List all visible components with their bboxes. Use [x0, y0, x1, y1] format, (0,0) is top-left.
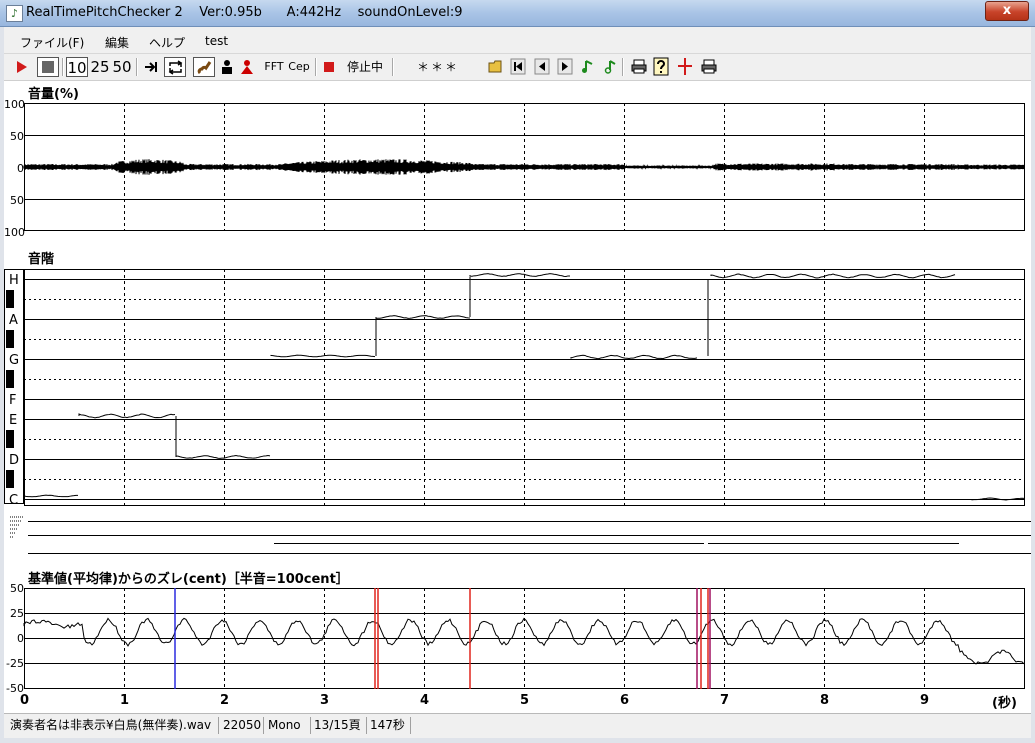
menu-test[interactable]: test: [205, 34, 228, 48]
speed-10-button[interactable]: 10: [66, 57, 88, 77]
time-tick-label: 2: [220, 693, 230, 708]
playback-status: 停止中: [346, 60, 383, 74]
open-folder-icon[interactable]: [488, 59, 504, 74]
timeline-strip: [10, 516, 1031, 554]
toolbar-separator: [315, 58, 317, 76]
toolbar-separator: [136, 58, 138, 76]
toolbar-separator: [62, 58, 64, 76]
time-axis-unit: (秒): [992, 696, 1017, 711]
violin-icon: [197, 61, 212, 75]
note-label: D: [9, 453, 19, 468]
note-label: E: [9, 413, 17, 428]
time-tick-label: 3: [320, 693, 330, 708]
time-tick-label: 7: [720, 693, 730, 708]
black-key: [6, 330, 14, 348]
status-page: 13/15頁: [310, 717, 367, 734]
record-stop-icon[interactable]: [324, 62, 334, 72]
time-tick-label: 8: [820, 693, 830, 708]
time-tick-label: 5: [520, 693, 530, 708]
fft-button[interactable]: FFT: [262, 57, 286, 77]
toolbar: 10 25 50 FFT Cep 停止中 ＊＊＊: [4, 54, 1031, 81]
first-page-icon[interactable]: [510, 58, 526, 75]
volume-graph[interactable]: [23, 103, 1025, 231]
window-title: RealTimePitchChecker 2 Ver:0.95b A:442Hz…: [26, 5, 463, 20]
play-icon[interactable]: [16, 60, 28, 74]
jump-end-icon[interactable]: [144, 60, 158, 74]
print-setup-icon[interactable]: [701, 59, 717, 74]
close-button[interactable]: x: [985, 1, 1029, 21]
stop-button[interactable]: [37, 57, 59, 77]
help-icon[interactable]: [653, 57, 669, 76]
app-icon[interactable]: ♪: [6, 5, 23, 22]
time-tick-label: 6: [620, 693, 630, 708]
scale-panel-title: 音階: [28, 252, 55, 267]
cent-y-label: -25: [6, 657, 24, 670]
volume-y-label: 50: [10, 194, 24, 207]
speed-25-button[interactable]: 25: [90, 57, 110, 77]
pitch-scale-graph[interactable]: [23, 269, 1025, 506]
graph-frame: [24, 269, 1025, 506]
volume-y-label: 100: [4, 98, 25, 111]
toolbar-separator: [622, 58, 624, 76]
time-tick-label: 9: [920, 693, 930, 708]
cepstrum-button[interactable]: Cep: [287, 57, 311, 77]
black-key: [6, 470, 14, 488]
status-length: 147秒: [366, 717, 411, 734]
marker-icon[interactable]: [678, 58, 692, 75]
note-down-icon[interactable]: [602, 59, 616, 74]
volume-y-label: 0: [17, 162, 24, 175]
title-bar[interactable]: ♪ RealTimePitchChecker 2 Ver:0.95b A:442…: [0, 0, 1035, 27]
time-tick-label: 0: [20, 693, 30, 708]
prev-page-icon[interactable]: [534, 58, 550, 75]
print-icon[interactable]: [631, 59, 647, 74]
toolbar-separator: [392, 58, 394, 76]
note-label: F: [9, 393, 16, 408]
note-label: H: [9, 273, 19, 288]
menu-file[interactable]: ファイル(F): [20, 34, 84, 51]
singer-icon[interactable]: [240, 59, 254, 75]
cent-y-label: 0: [17, 632, 24, 645]
black-key: [6, 290, 14, 308]
volume-y-label: 100: [4, 226, 25, 239]
cent-y-label: 25: [10, 607, 24, 620]
piano-keyboard: H A G FE D C: [4, 269, 24, 508]
pitch-readout: ＊＊＊: [416, 60, 459, 74]
cent-deviation-graph[interactable]: [23, 588, 1025, 689]
speed-50-button[interactable]: 50: [112, 57, 132, 77]
stop-icon: [42, 61, 54, 73]
person-icon[interactable]: [220, 59, 234, 75]
note-up-icon[interactable]: [581, 59, 595, 74]
volume-panel-title: 音量(%): [28, 87, 79, 102]
menu-help[interactable]: ヘルプ: [149, 34, 185, 51]
black-key: [6, 370, 14, 388]
note-label: G: [9, 353, 19, 368]
status-sample-rate: 22050: [219, 717, 264, 734]
cent-y-label: 50: [10, 582, 24, 595]
black-key: [6, 430, 14, 448]
loop-button[interactable]: [164, 57, 186, 77]
cent-panel-title: 基準値(平均律)からのズレ(cent)［半音=100cent］: [28, 572, 349, 587]
client-area: ファイル(F) 編集 ヘルプ test 10 25 50 FFT Cep 停止中…: [4, 27, 1031, 713]
time-tick-label: 1: [120, 693, 130, 708]
note-label: A: [9, 313, 18, 328]
next-page-icon[interactable]: [557, 58, 573, 75]
violin-button[interactable]: [193, 57, 215, 77]
loop-icon: [168, 60, 183, 75]
status-channel: Mono: [264, 717, 311, 734]
menu-edit[interactable]: 編集: [105, 34, 129, 51]
note-label: C: [9, 493, 18, 508]
time-tick-label: 4: [420, 693, 430, 708]
status-bar: 演奏者名は非表示¥白鳥(無伴奏).wav 22050 Mono 13/15頁 1…: [4, 713, 1031, 738]
volume-y-label: 50: [10, 130, 24, 143]
menu-bar: ファイル(F) 編集 ヘルプ test: [4, 27, 1031, 54]
status-file-name: 演奏者名は非表示¥白鳥(無伴奏).wav: [6, 717, 219, 734]
